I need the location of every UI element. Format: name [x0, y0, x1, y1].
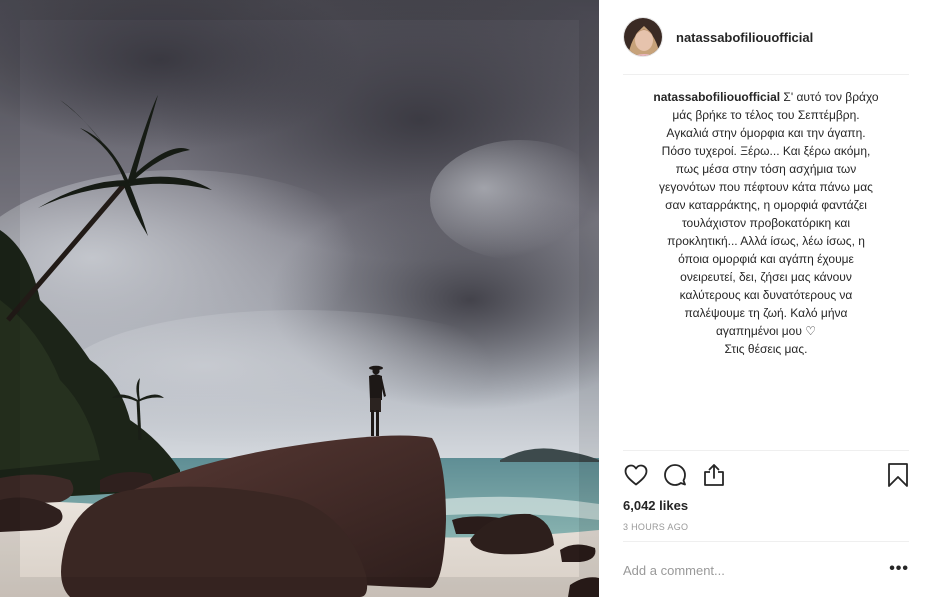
caption-line: καλύτερους και δυνατότερους να	[679, 288, 853, 302]
bookmark-icon	[888, 463, 908, 487]
save-button[interactable]	[885, 462, 911, 488]
post-header: natassabofiliouofficial	[623, 16, 909, 58]
post-details-panel: natassabofiliouofficial natassabofiliouo…	[599, 0, 934, 597]
more-options-button[interactable]: •••	[889, 561, 909, 577]
caption-line: όποια ομορφιά και αγάπη έχουμε	[678, 252, 854, 266]
comment-divider	[623, 541, 909, 542]
beach-scene-image	[0, 0, 599, 597]
caption-line: προκλητική... Αλλά ίσως, λέω ίσως, η	[667, 234, 865, 248]
post-actions-bar	[623, 462, 909, 490]
caption-line: Αγκαλιά στην όμορφια και την άγαπη.	[666, 126, 866, 140]
caption-line: τουλάχιστον προβοκατόρικη και	[681, 216, 851, 230]
comment-button[interactable]	[662, 462, 688, 488]
caption-line: πως μέσα στην τόση ασχήμια των	[675, 162, 857, 176]
caption-line: γεγονότων που πέφτουν κάτα πάνω μας	[659, 180, 873, 194]
caption-line: Στις θέσεις μας.	[724, 342, 808, 356]
share-upload-icon	[704, 464, 724, 486]
comment-input[interactable]	[623, 562, 873, 578]
post-photo[interactable]	[0, 0, 599, 597]
likes-count[interactable]: 6,042 likes	[623, 498, 688, 513]
comment-bubble-icon	[664, 464, 686, 486]
heart-icon	[624, 464, 648, 486]
profile-photo	[624, 18, 662, 56]
caption-line: ονειρευτεί, δει, ζήσει μας κάνουν	[680, 270, 852, 284]
caption-username[interactable]: natassabofiliouofficial	[653, 90, 780, 104]
post-caption: natassabofiliouofficial Σ' αυτό τον βράχ…	[623, 88, 909, 358]
post-author-username[interactable]: natassabofiliouofficial	[676, 30, 813, 45]
like-button[interactable]	[623, 462, 649, 488]
caption-first-line: natassabofiliouofficial Σ' αυτό τον βράχ…	[623, 88, 909, 106]
caption-line: παλέψουμε τη ζωή. Καλό μήνα	[684, 306, 848, 320]
caption-line: μάς βρήκε το τέλος του Σεπτέμβρη.	[672, 108, 860, 122]
post-timestamp[interactable]: 3 HOURS AGO	[623, 522, 688, 532]
header-divider	[623, 74, 909, 75]
share-button[interactable]	[701, 462, 727, 488]
avatar[interactable]	[623, 17, 663, 57]
actions-divider	[623, 450, 909, 451]
caption-line: σαν καταρράκτης, η ομορφιά φαντάζει	[665, 198, 867, 212]
caption-line: αγαπημένοι μου ♡	[715, 324, 816, 338]
caption-text: Σ' αυτό τον βράχο	[783, 90, 879, 104]
caption-line: Πόσο τυχεροί. Ξέρω... Και ξέρω ακόμη,	[661, 144, 871, 158]
add-comment-row: •••	[623, 556, 909, 584]
